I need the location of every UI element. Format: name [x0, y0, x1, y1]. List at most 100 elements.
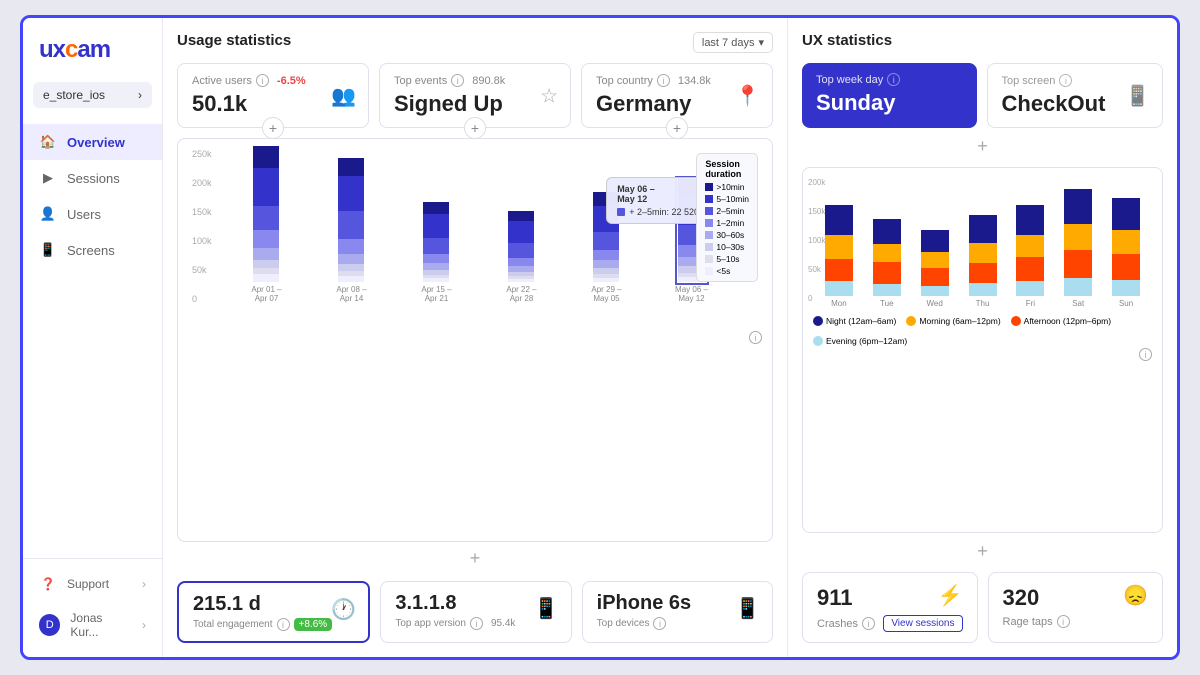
sidebar-item-sessions[interactable]: ▶ Sessions [23, 160, 162, 196]
top-app-version-card: 3.1.1.8 📱 Top app version i 95.4k [380, 581, 571, 643]
bar-label: Apr 08 –Apr 14 [336, 285, 366, 304]
app-version-count: 95.4k [491, 618, 515, 629]
store-selector[interactable]: e_store_ios › [33, 82, 152, 108]
info-icon[interactable]: i [277, 618, 290, 631]
bar-label: May 06 –May 12 [675, 285, 708, 304]
info-icon[interactable]: i [887, 73, 900, 86]
ux-chart-info-icon[interactable]: i [1139, 348, 1152, 361]
ux-header-cards: Top week day i Sunday Top screen i Check… [802, 63, 1163, 128]
total-engagement-value: 215.1 d [193, 593, 354, 616]
avatar: D [39, 614, 60, 636]
bar-group: Apr 15 –Apr 21 [398, 202, 475, 304]
top-country-label: Top country i 134.8k [596, 74, 758, 87]
usage-title: Usage statistics [177, 32, 291, 49]
ux-bar-label: Thu [976, 299, 990, 308]
sidebar-bottom: ❓ Support › D Jonas Kur... › [23, 558, 162, 657]
chart-info-icon[interactable]: i [749, 331, 762, 344]
info-icon[interactable]: i [862, 617, 875, 630]
ux-bar-group-tue: Tue [866, 219, 908, 308]
sidebar-item-user-profile[interactable]: D Jonas Kur... › [23, 601, 162, 649]
bar-group: Apr 22 –Apr 28 [483, 211, 560, 304]
top-app-version-label: Top app version i 95.4k [395, 617, 556, 630]
ux-bar-label: Sun [1119, 299, 1133, 308]
bar-stack [338, 158, 366, 282]
rage-taps-card: 320 😞 Rage taps i [988, 572, 1164, 643]
bar-group: Apr 01 –Apr 07 [228, 146, 305, 304]
sidebar-item-screens[interactable]: 📱 Screens [23, 232, 162, 268]
ux-bar-group-wed: Wed [914, 230, 956, 308]
rage-taps-value: 320 [1003, 585, 1040, 611]
bar-label: Apr 15 –Apr 21 [421, 285, 451, 304]
top-country-card: Top country i 134.8k Germany 📍 + [581, 63, 773, 128]
add-metric-button[interactable]: + [666, 117, 688, 139]
ux-bar-chart: 0 50k 100k 150k 200k [813, 178, 1152, 308]
view-sessions-button[interactable]: View sessions [883, 615, 962, 632]
evening-legend-label: Evening (6pm–12am) [826, 336, 907, 346]
info-icon[interactable]: i [256, 74, 269, 87]
add-row: + [177, 548, 773, 569]
sidebar: uxcam e_store_ios › 🏠 Overview ▶ Session… [23, 18, 163, 657]
play-icon: ▶ [39, 170, 57, 186]
add-metric-button[interactable]: + [464, 117, 486, 139]
ux-stats-panel: UX statistics Top week day i Sunday Top … [787, 18, 1177, 657]
rage-taps-label: Rage taps i [1003, 615, 1149, 628]
ux-add-row: + [802, 136, 1163, 157]
device-icon: 📱 [735, 596, 760, 621]
info-icon[interactable]: i [657, 74, 670, 87]
info-icon[interactable]: i [653, 617, 666, 630]
add-row-button[interactable]: + [470, 548, 481, 569]
crashes-value: 911 [817, 585, 853, 611]
add-metric-button[interactable]: + [262, 117, 284, 139]
mobile-icon: 📱 [534, 596, 559, 621]
home-icon: 🏠 [39, 134, 57, 150]
ux-bar-label: Wed [926, 299, 942, 308]
sidebar-item-label: Overview [67, 135, 125, 150]
ux-bar-label: Fri [1026, 299, 1035, 308]
info-icon[interactable]: i [1057, 615, 1070, 628]
night-legend-label: Night (12am–6am) [826, 316, 896, 326]
tooltip-title: May 06 – [617, 184, 699, 194]
usage-chart-area: 0 50k 100k 150k 200k 250k [177, 138, 773, 542]
bar-group: Apr 08 –Apr 14 [313, 158, 390, 304]
date-filter[interactable]: last 7 days ▾ [693, 32, 773, 53]
add-row-button[interactable]: + [977, 136, 988, 157]
morning-legend-dot [906, 316, 916, 326]
sidebar-item-label: Users [67, 207, 101, 222]
active-users-label: Active users i -6.5% [192, 74, 354, 87]
clock-icon: 🕐 [331, 597, 356, 622]
tooltip-dot [617, 208, 625, 216]
lightning-icon: ⚡ [938, 583, 963, 608]
top-week-day-value: Sunday [816, 90, 963, 116]
chart-legend: Sessionduration >10min 5–10min 2–5min 1–… [696, 153, 758, 282]
top-devices-card: iPhone 6s 📱 Top devices i [582, 581, 773, 643]
support-label: Support [67, 577, 109, 591]
info-icon[interactable]: i [470, 617, 483, 630]
total-engagement-label: Total engagement i +8.6% [193, 618, 354, 631]
top-events-label: Top events i 890.8k [394, 74, 556, 87]
bar-stack [423, 202, 451, 282]
bar-label: Apr 29 –May 05 [591, 285, 621, 304]
info-icon[interactable]: i [1059, 74, 1072, 87]
chart-tooltip: May 06 – May 12 + 2–5min: 22 520 [606, 177, 710, 224]
logo-text: uxcam [39, 36, 110, 63]
info-icon[interactable]: i [451, 74, 464, 87]
ux-bar-label: Mon [831, 299, 847, 308]
ux-bar-label: Sat [1072, 299, 1084, 308]
chevron-right-icon: › [138, 88, 142, 102]
location-icon: 📍 [735, 83, 760, 108]
sidebar-item-overview[interactable]: 🏠 Overview [23, 124, 162, 160]
active-users-value: 50.1k [192, 91, 354, 117]
sidebar-item-support[interactable]: ❓ Support › [23, 567, 162, 601]
main-content: Usage statistics last 7 days ▾ Active us… [163, 18, 1177, 657]
logo: uxcam [23, 18, 162, 74]
add-row-button[interactable]: + [977, 541, 988, 562]
chevron-right-icon: › [142, 618, 146, 632]
crashes-card: 911 ⚡ Crashes i View sessions [802, 572, 978, 643]
evening-legend-dot [813, 336, 823, 346]
top-devices-value: iPhone 6s [597, 592, 758, 615]
sidebar-item-users[interactable]: 👤 Users [23, 196, 162, 232]
ux-bottom-cards: 911 ⚡ Crashes i View sessions [802, 572, 1163, 657]
top-app-version-value: 3.1.1.8 [395, 592, 556, 615]
support-icon: ❓ [39, 577, 57, 591]
afternoon-legend-label: Afternoon (12pm–6pm) [1024, 316, 1111, 326]
